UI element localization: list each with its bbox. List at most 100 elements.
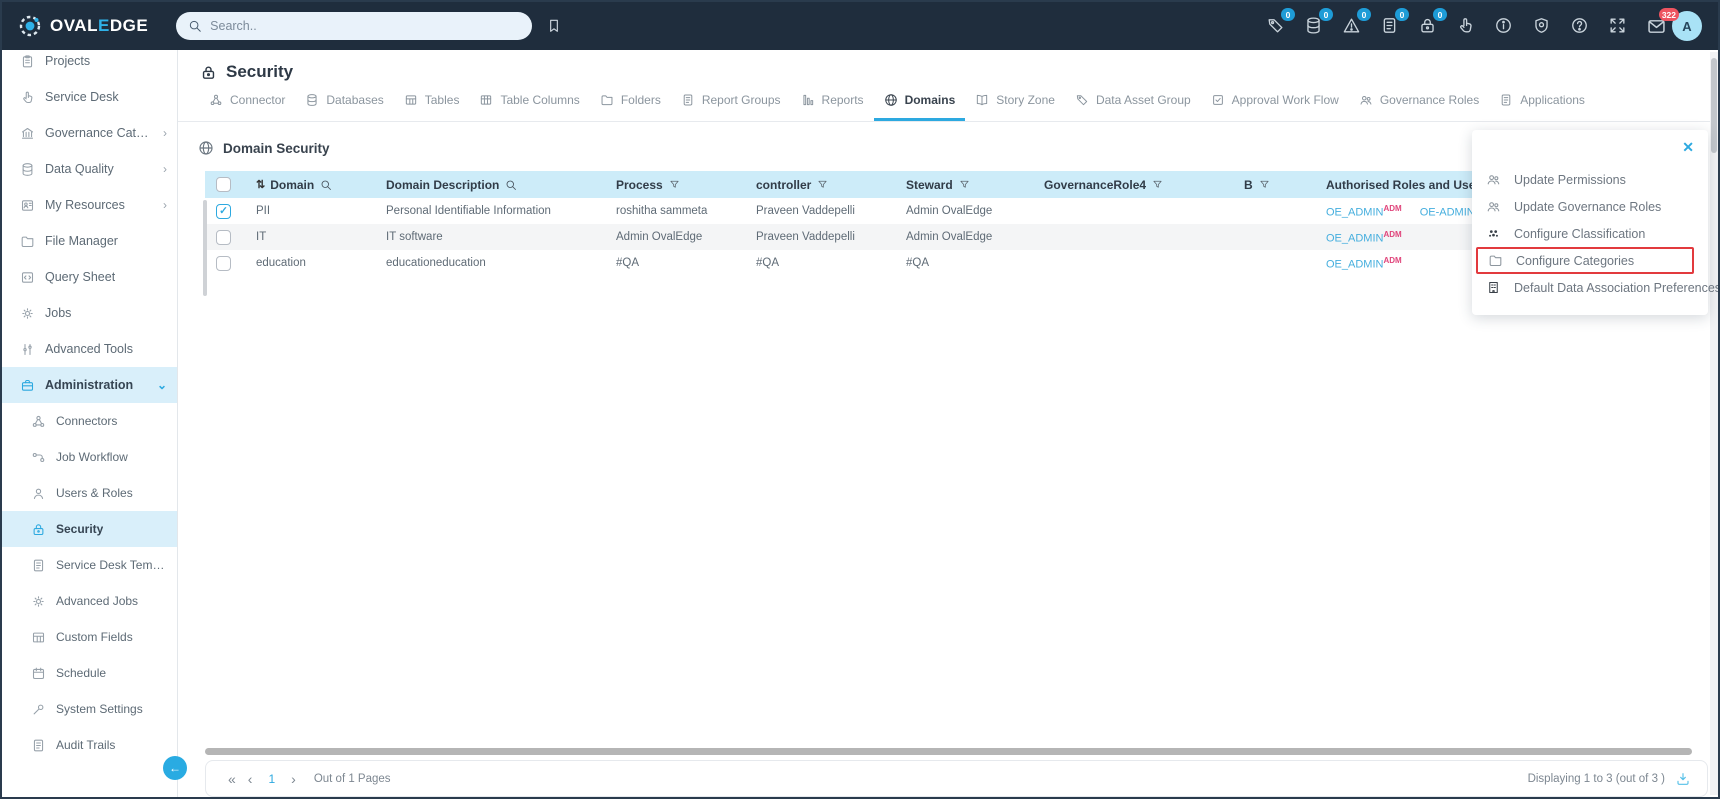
sidebar-item-projects[interactable]: Projects <box>2 50 177 79</box>
global-search[interactable] <box>176 12 533 40</box>
sidebar-item-schedule[interactable]: Schedule <box>2 655 177 691</box>
filter-icon[interactable] <box>669 179 680 190</box>
menu-item-default-data-association-preferences[interactable]: Default Data Association Preferences <box>1472 274 1718 301</box>
sidebar-collapse-button[interactable]: ← <box>163 756 187 780</box>
sidebar-item-file-manager[interactable]: File Manager <box>2 223 177 259</box>
column-header-controller[interactable]: controller <box>742 178 892 192</box>
tab-data-asset-group[interactable]: Data Asset Group <box>1065 82 1201 121</box>
tags-notification-icon[interactable]: 0 <box>1266 8 1295 36</box>
app-window: OVALEDGE 0 0 0 0 0 322 A Projects Servic… <box>0 0 1720 799</box>
mail-badge: 322 <box>1658 8 1679 21</box>
tab-story-zone[interactable]: Story Zone <box>965 82 1065 121</box>
menu-item-configure-classification[interactable]: Configure Classification <box>1472 220 1708 247</box>
sidebar-item-query-sheet[interactable]: Query Sheet <box>2 259 177 295</box>
next-page-button[interactable]: › <box>285 771 302 787</box>
tab-databases[interactable]: Databases <box>295 82 393 121</box>
filter-icon[interactable] <box>1152 179 1163 190</box>
menu-item-update-governance-roles[interactable]: Update Governance Roles <box>1472 193 1708 220</box>
sidebar-item-advanced-jobs[interactable]: Advanced Jobs <box>2 583 177 619</box>
chevron-right-icon: › <box>163 126 167 140</box>
shield-icon[interactable] <box>1532 16 1552 36</box>
row-checkbox[interactable]: ✓ <box>216 203 231 219</box>
table-horizontal-scrollbar[interactable] <box>205 748 1692 755</box>
column-header-process[interactable]: Process <box>602 178 742 192</box>
tab-governance-roles[interactable]: Governance Roles <box>1349 82 1489 121</box>
sidebar-item-data-quality[interactable]: Data Quality › <box>2 151 177 187</box>
lock-icon <box>200 64 217 81</box>
sidebar-item-custom-fields[interactable]: Custom Fields <box>2 619 177 655</box>
ovaledge-logo[interactable]: OVALEDGE <box>18 14 148 38</box>
notes-notification-icon[interactable]: 0 <box>1380 8 1409 36</box>
column-header-governancerole4[interactable]: GovernanceRole4 <box>1030 178 1230 192</box>
tab-table-columns[interactable]: Table Columns <box>469 82 589 121</box>
fullscreen-icon[interactable] <box>1608 16 1628 36</box>
sidebar-item-system-settings[interactable]: System Settings <box>2 691 177 727</box>
sidebar-item-administration[interactable]: Administration ⌄ <box>2 367 177 403</box>
column-header-domain-description[interactable]: Domain Description <box>372 178 602 192</box>
sidebar-item-security[interactable]: Security <box>2 511 177 547</box>
gesture-icon[interactable] <box>1456 16 1476 36</box>
security-notification-icon[interactable]: 0 <box>1418 8 1447 36</box>
tab-approval-work-flow[interactable]: Approval Work Flow <box>1201 82 1349 121</box>
info-icon[interactable] <box>1494 16 1514 36</box>
database-icon <box>305 93 319 107</box>
mail-icon[interactable]: 322 <box>1646 8 1679 36</box>
data-notification-icon[interactable]: 0 <box>1304 8 1333 36</box>
sidebar-item-users-roles[interactable]: Users & Roles <box>2 475 177 511</box>
menu-item-configure-categories[interactable]: Configure Categories <box>1476 247 1694 274</box>
table-row[interactable]: IT IT software Admin OvalEdge Praveen Va… <box>205 224 1692 250</box>
table-row[interactable]: education educationeducation #QA #QA #QA… <box>205 250 1692 276</box>
sidebar-item-job-workflow[interactable]: Job Workflow <box>2 439 177 475</box>
row-checkbox[interactable] <box>216 255 231 271</box>
role-link[interactable]: OE_ADMINADM <box>1326 256 1402 271</box>
folder-icon <box>20 234 35 249</box>
sidebar-item-audit-trails[interactable]: Audit Trails <box>2 727 177 763</box>
alerts-notification-icon[interactable]: 0 <box>1342 8 1371 36</box>
sidebar-item-connectors[interactable]: Connectors <box>2 403 177 439</box>
tab-connector[interactable]: Connector <box>199 82 295 121</box>
table-row[interactable]: ✓ PII Personal Identifiable Information … <box>205 198 1692 224</box>
tab-applications[interactable]: Applications <box>1489 82 1595 121</box>
select-all-checkbox[interactable] <box>216 177 231 192</box>
column-header-domain[interactable]: ⇅ Domain <box>242 178 372 192</box>
sidebar-item-service-desk[interactable]: Service Desk <box>2 79 177 115</box>
row-checkbox[interactable] <box>216 229 231 245</box>
previous-page-button[interactable]: ‹ <box>242 771 259 787</box>
help-icon[interactable] <box>1570 16 1590 36</box>
description-cell: educationeducation <box>386 257 486 269</box>
gear-icon <box>31 594 46 609</box>
sidebar-item-jobs[interactable]: Jobs <box>2 295 177 331</box>
close-icon[interactable]: ✕ <box>1682 139 1694 156</box>
tools-icon <box>20 342 35 357</box>
tab-domains[interactable]: Domains <box>873 82 966 121</box>
table-vertical-scrollbar[interactable] <box>203 200 207 296</box>
filter-icon[interactable] <box>959 179 970 190</box>
domain-cell: PII <box>256 205 271 217</box>
column-header-b[interactable]: B <box>1230 178 1312 192</box>
window-scrollbar-thumb[interactable] <box>1711 58 1717 153</box>
tab-report-groups[interactable]: Report Groups <box>671 82 791 121</box>
role-link[interactable]: OE_ADMINADM <box>1326 204 1402 219</box>
sidebar-item-advanced-tools[interactable]: Advanced Tools <box>2 331 177 367</box>
search-input[interactable] <box>210 19 521 33</box>
sidebar-item-governance-catalog[interactable]: Governance Catalog › <box>2 115 177 151</box>
download-icon[interactable] <box>1675 771 1691 787</box>
bookmark-icon[interactable] <box>546 18 562 34</box>
current-page[interactable]: 1 <box>258 772 285 786</box>
security-tabs: Connector Databases Tables Table Columns… <box>178 82 1718 122</box>
search-icon[interactable] <box>320 179 332 191</box>
sort-icon[interactable]: ⇅ <box>256 178 265 191</box>
tab-folders[interactable]: Folders <box>590 82 671 121</box>
search-icon[interactable] <box>505 179 517 191</box>
filter-icon[interactable] <box>1259 179 1270 190</box>
window-scrollbar-track[interactable] <box>1710 52 1718 795</box>
first-page-button[interactable]: « <box>222 771 242 787</box>
column-header-steward[interactable]: Steward <box>892 178 1030 192</box>
filter-icon[interactable] <box>817 179 828 190</box>
sidebar-item-my-resources[interactable]: My Resources › <box>2 187 177 223</box>
tab-tables[interactable]: Tables <box>394 82 470 121</box>
menu-item-update-permissions[interactable]: Update Permissions <box>1472 166 1708 193</box>
tab-reports[interactable]: Reports <box>791 82 874 121</box>
role-link[interactable]: OE_ADMINADM <box>1326 230 1402 245</box>
sidebar-item-service-desk-templates[interactable]: Service Desk Templates <box>2 547 177 583</box>
